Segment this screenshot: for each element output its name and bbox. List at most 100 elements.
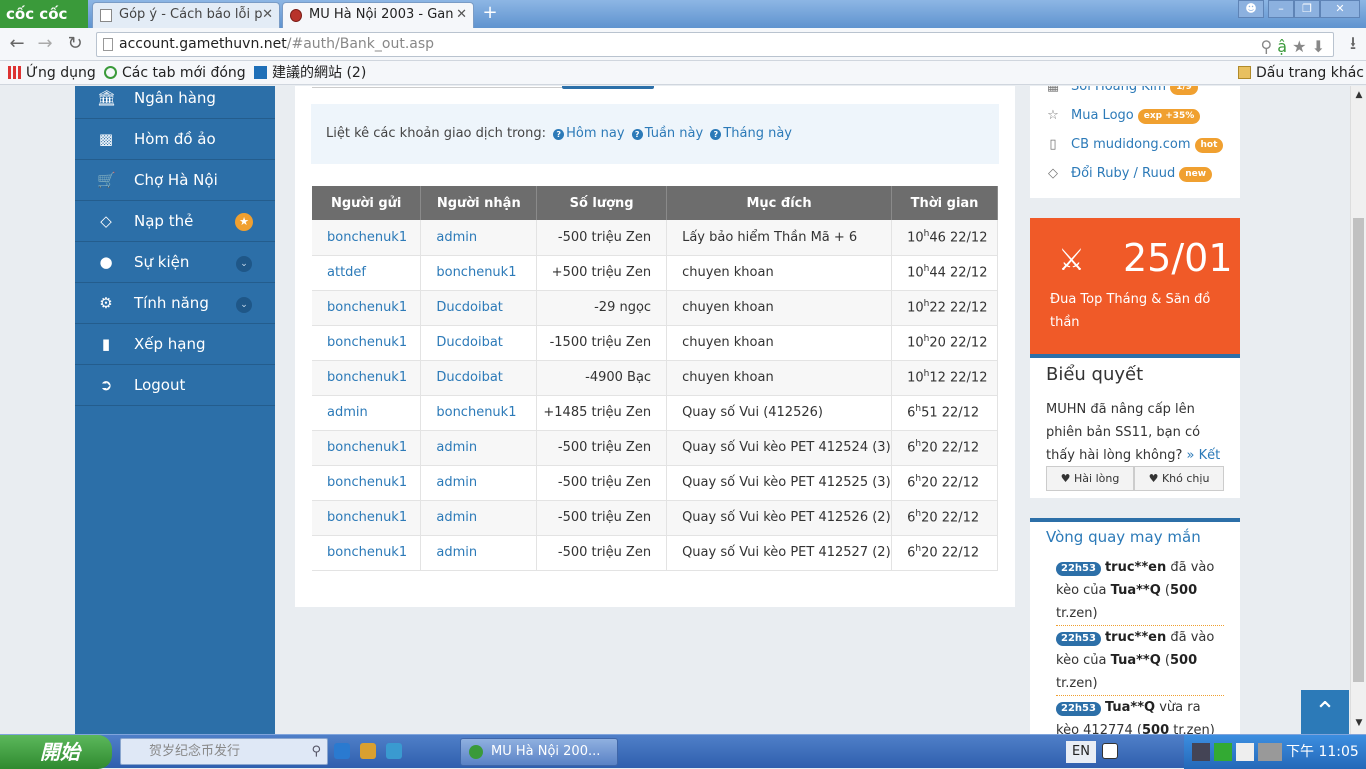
time-cell: 10h46 22/12 — [891, 220, 998, 256]
sidebar-item-ranking[interactable]: ▮ Xếp hạng — [75, 324, 275, 365]
sender-link[interactable]: bonchenuk1 — [312, 290, 422, 326]
sender-link[interactable]: bonchenuk1 — [312, 535, 422, 571]
app-icon[interactable] — [386, 743, 402, 759]
promo-links: ▦ Sói Hoàng Kim 1/9 ☆ Mua Logo exp +35% ▯ CB … — [1030, 86, 1240, 198]
ie-icon[interactable] — [334, 743, 350, 759]
time-cell: 6h51 22/12 — [891, 395, 998, 431]
sidebar-item-features[interactable]: ⚙ Tính năng ⌄ — [75, 283, 275, 324]
poll-like-button[interactable]: ♥ Hài lòng — [1046, 466, 1134, 491]
tab-mu-hanoi[interactable]: MU Hà Nội 2003 - Gan ✕ — [282, 2, 474, 28]
reload-icon[interactable]: ↻ — [64, 34, 86, 56]
taskbar-search[interactable]: 贺岁纪念币发行 ⚲ — [120, 738, 328, 765]
promo-tag: new — [1179, 167, 1213, 182]
filter-today-link[interactable]: Hôm nay — [566, 126, 624, 141]
new-tab-button[interactable]: + — [480, 4, 500, 24]
recipient-link[interactable]: Ducdoibat — [420, 325, 538, 361]
recipient-link[interactable]: bonchenuk1 — [420, 395, 538, 431]
filter-month-link[interactable]: Tháng này — [723, 126, 792, 141]
taskbar-browser-task[interactable]: MU Hà Nội 200... — [460, 738, 618, 766]
chevron-down-icon[interactable]: ⌄ — [236, 297, 252, 313]
sidebar-item-topup[interactable]: ◇ Nạp thẻ ★ — [75, 201, 275, 242]
address-bar[interactable]: account.gamethuvn.net/#auth/Bank_out.asp… — [96, 32, 1334, 57]
purpose-cell: chuyen khoan — [666, 325, 893, 361]
promo-item[interactable]: ▦ Sói Hoàng Kim 1/9 — [1045, 86, 1198, 98]
sidebar-item-label: Logout — [134, 376, 186, 394]
table-row: admin bonchenuk1 +1485 triệu Zen Quay số Vu… — [312, 395, 998, 431]
scroll-to-top-button[interactable]: ⌃ — [1301, 690, 1349, 734]
col-recipient: Người nhận — [420, 186, 538, 220]
help-icon[interactable] — [1102, 743, 1118, 759]
bookmark-apps[interactable]: Ứng dụng — [8, 62, 96, 84]
browser-tab-strip: cốc cốc Góp ý - Cách báo lỗi p ✕ MU Hà N… — [0, 0, 1366, 28]
sidebar-item-label: Ngân hàng — [134, 89, 216, 107]
download-manager-icon[interactable]: ⭳ — [1342, 34, 1364, 56]
key-icon[interactable]: ⚲ — [1260, 37, 1272, 56]
recipient-link[interactable]: admin — [420, 430, 538, 466]
sender-link[interactable]: bonchenuk1 — [312, 430, 422, 466]
promo-tag: 1/9 — [1170, 86, 1198, 95]
tab-gop-y[interactable]: Góp ý - Cách báo lỗi p ✕ — [92, 2, 280, 28]
language-indicator[interactable]: EN — [1066, 741, 1096, 763]
forward-icon[interactable]: → — [34, 34, 56, 56]
scrollbar-thumb[interactable] — [1353, 218, 1364, 682]
promo-label: Sói Hoàng Kim — [1071, 86, 1167, 94]
close-window-button[interactable]: ✕ — [1320, 0, 1360, 18]
coccoc-logo[interactable]: cốc cốc — [0, 0, 88, 28]
filter-bar: Liệt kê các khoản giao dịch trong: ? Hôm … — [311, 104, 999, 164]
table-row: bonchenuk1 Ducdoibat -1500 triệu Zen chuyen… — [312, 325, 998, 361]
sidebar-item-logout[interactable]: ➲ Logout — [75, 365, 275, 406]
recipient-link[interactable]: Ducdoibat — [420, 360, 538, 396]
sidebar-item-market[interactable]: 🛒 Chợ Hà Nội — [75, 160, 275, 201]
sender-link[interactable]: bonchenuk1 — [312, 465, 422, 501]
recipient-link[interactable]: admin — [420, 465, 538, 501]
time-cell: 10h20 22/12 — [891, 325, 998, 361]
user-icon[interactable]: ☻ — [1238, 0, 1264, 18]
sender-link[interactable]: bonchenuk1 — [312, 500, 422, 536]
minimize-button[interactable]: – — [1268, 0, 1294, 18]
search-icon[interactable]: ⚲ — [311, 739, 321, 764]
poll-dislike-button[interactable]: ♥ Khó chịu — [1134, 466, 1224, 491]
recipient-link[interactable]: admin — [420, 535, 538, 571]
restore-button[interactable]: ❐ — [1294, 0, 1320, 18]
close-icon[interactable]: ✕ — [456, 3, 467, 27]
recipient-link[interactable]: admin — [420, 220, 538, 256]
clock[interactable]: 下午 11:05 — [1286, 735, 1359, 769]
start-button[interactable]: 開始 — [0, 735, 112, 769]
scroll-down-arrow[interactable]: ▼ — [1353, 718, 1365, 728]
tray-icons[interactable] — [1192, 743, 1282, 761]
scroll-up-arrow[interactable]: ▲ — [1353, 90, 1365, 100]
explorer-icon[interactable] — [360, 743, 376, 759]
page-scrollbar[interactable]: ▲ ▼ — [1350, 86, 1366, 734]
promo-item[interactable]: ◇ Đổi Ruby / Ruud new — [1045, 163, 1213, 185]
event-banner[interactable]: ⚔ 25/01 Đua Top Tháng & Săn đồ thần — [1030, 218, 1240, 354]
promo-item[interactable]: ☆ Mua Logo exp +35% — [1045, 105, 1201, 127]
sidebar-item-label: Chợ Hà Nội — [134, 171, 218, 189]
help-icon: ? — [631, 129, 643, 140]
star-icon[interactable]: ★ — [1292, 37, 1306, 56]
recipient-link[interactable]: Ducdoibat — [420, 290, 538, 326]
sidebar-item-virtual-chest[interactable]: ▩ Hòm đồ ảo — [75, 119, 275, 160]
sender-link[interactable]: bonchenuk1 — [312, 360, 422, 396]
recipient-link[interactable]: bonchenuk1 — [420, 255, 538, 291]
close-icon[interactable]: ✕ — [262, 3, 273, 27]
table-header-row: Người gửi Người nhận Số lượng Mục đích T… — [312, 186, 998, 220]
bookmark-suggested-sites[interactable]: 建議的網站 (2) — [254, 62, 366, 84]
filter-week-link[interactable]: Tuần này — [645, 126, 703, 141]
search-button[interactable] — [562, 86, 654, 89]
bing-icon — [254, 66, 267, 79]
back-icon[interactable]: ← — [6, 34, 28, 56]
sender-link[interactable]: bonchenuk1 — [312, 325, 422, 361]
chevron-up-icon: ⌃ — [1314, 697, 1336, 727]
bookmark-recent-tabs[interactable]: Các tab mới đóng — [104, 62, 246, 84]
sidebar-item-bank[interactable]: 🏛 Ngân hàng — [75, 86, 275, 119]
other-bookmarks[interactable]: Dấu trang khác — [1238, 62, 1364, 84]
promo-item[interactable]: ▯ CB mudidong.com hot — [1045, 134, 1224, 156]
sender-link[interactable]: bonchenuk1 — [312, 220, 422, 256]
chevron-down-icon[interactable]: ⌄ — [236, 256, 252, 272]
sidebar-item-events[interactable]: ● Sự kiện ⌄ — [75, 242, 275, 283]
translate-icon[interactable]: ậ — [1277, 37, 1287, 56]
sender-link[interactable]: attdef — [312, 255, 422, 291]
download-icon[interactable]: ⬇ — [1312, 37, 1325, 56]
sender-link[interactable]: admin — [312, 395, 422, 431]
recipient-link[interactable]: admin — [420, 500, 538, 536]
